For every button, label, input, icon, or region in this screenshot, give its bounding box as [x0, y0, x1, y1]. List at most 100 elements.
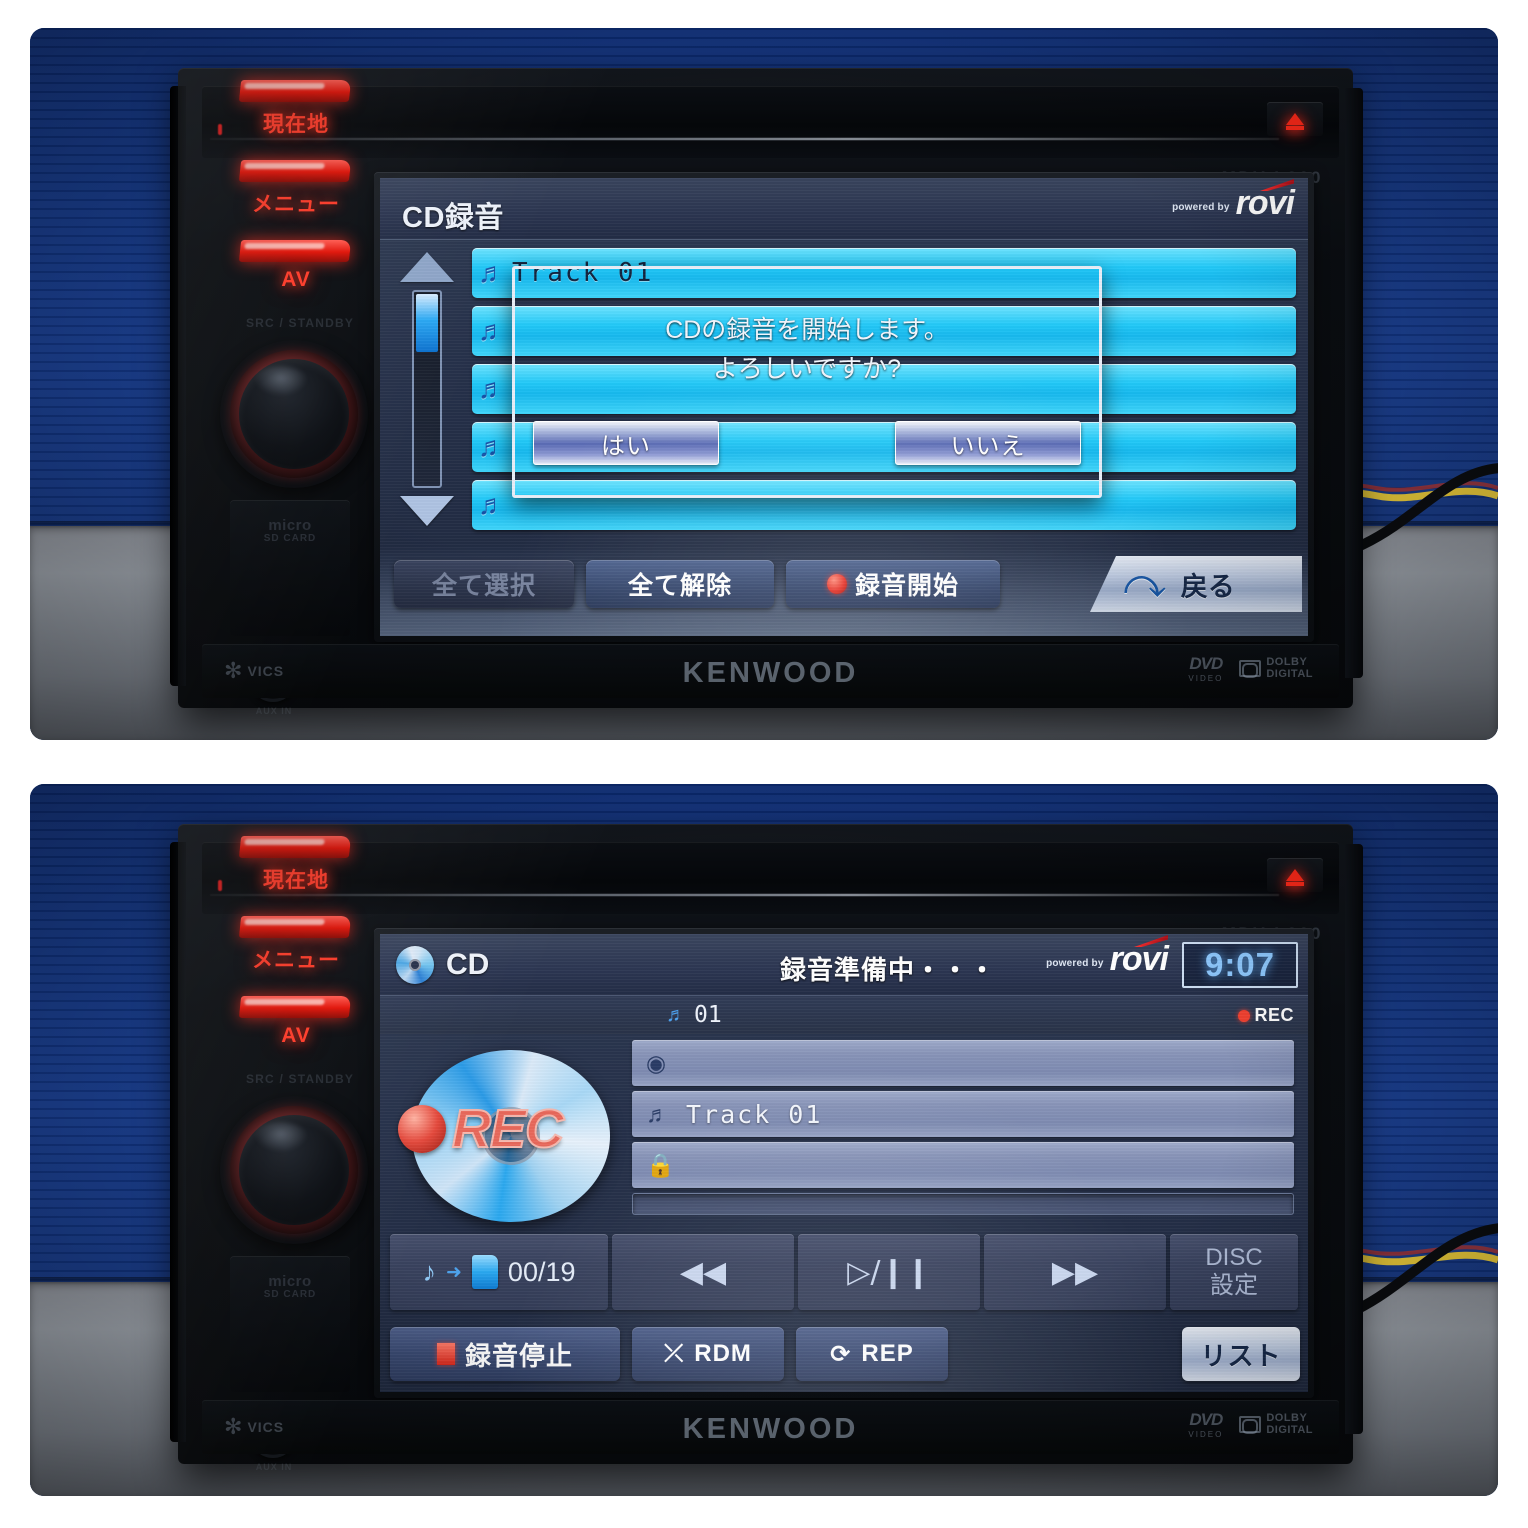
button-cap: [238, 240, 352, 262]
rovi-powered-by-text: powered by: [1172, 201, 1230, 213]
play-pause-button[interactable]: ▷/❙❙: [798, 1234, 980, 1310]
start-recording-button[interactable]: 録音開始: [786, 560, 1000, 608]
play-pause-icon: ▷/❙❙: [847, 1254, 931, 1290]
hw-button-label: メニュー: [252, 949, 340, 972]
disc-slot-opening[interactable]: [210, 894, 1279, 896]
scrollbar-thumb[interactable]: [416, 294, 438, 352]
hw-button-av[interactable]: AV: [230, 240, 362, 316]
info-row-artist[interactable]: 🔒: [632, 1142, 1294, 1188]
back-label: 戻る: [1180, 571, 1235, 602]
dolby-double-d-icon: [1239, 1416, 1262, 1434]
dolby-line2: DIGITAL: [1266, 1423, 1313, 1436]
brand-name: KENWOOD: [682, 657, 859, 689]
volume-knob[interactable]: [220, 340, 368, 488]
disc-settings-button[interactable]: DISC 設定: [1170, 1234, 1298, 1310]
scrollbar-track[interactable]: [412, 290, 442, 488]
format-logos: DVD VIDEO DOLBY DIGITAL: [1188, 654, 1313, 683]
microsd-label-main: micro: [268, 1273, 312, 1290]
info-row-track[interactable]: ♬ Track 01: [632, 1091, 1294, 1137]
photo-top-cd-record-screen: MDV-L300 現在地 メニュー AV SRC / STANDBY: [30, 28, 1498, 740]
disc-slot-opening[interactable]: [210, 138, 1279, 140]
bottom-bezel-top-unit: ✻ VICS KENWOOD DVD VIDEO DOLBY DIGITAL: [202, 644, 1339, 698]
arrow-right-icon: ➜: [446, 1261, 462, 1283]
rec-overlay-text: REC: [451, 1098, 565, 1160]
track-scrollbar[interactable]: [398, 252, 456, 542]
playback-progress-bar[interactable]: [632, 1193, 1294, 1215]
hw-button-label: メニュー: [252, 193, 340, 216]
track-number-row: ♬ 01 REC: [380, 996, 1308, 1034]
page-title: CD録音: [402, 202, 504, 234]
disc-slot-row: [202, 86, 1339, 158]
stop-square-icon: [436, 1343, 455, 1365]
hw-button-label: AV: [281, 1024, 311, 1047]
dolby-text: DOLBY DIGITAL: [1266, 656, 1313, 680]
volume-knob[interactable]: [220, 1096, 368, 1244]
rec-indicator: REC: [1238, 1005, 1294, 1026]
previous-track-button[interactable]: ◀◀: [612, 1234, 794, 1310]
bottom-bezel-bottom-unit: ✻ VICS KENWOOD DVD VIDEO DOLBY DIGITAL: [202, 1400, 1339, 1454]
artist-icon: 🔒: [646, 1151, 675, 1178]
microsd-slot[interactable]: micro SD CARD: [230, 500, 350, 636]
repeat-icon: ⟳: [830, 1340, 852, 1368]
dolby-line2: DIGITAL: [1266, 667, 1313, 680]
clock-display: 9:07: [1182, 942, 1298, 988]
recording-counter[interactable]: ♪ ➜ 00/19: [390, 1234, 608, 1310]
deselect-all-button[interactable]: 全て解除: [586, 560, 774, 608]
rec-overlay: REC: [398, 1098, 626, 1160]
music-note-icon: ♬: [478, 373, 506, 404]
scroll-up-icon[interactable]: [400, 252, 454, 282]
dialog-message-line2: よろしいですか?: [712, 354, 902, 383]
disc-settings-line2: 設定: [1210, 1272, 1258, 1299]
dialog-yes-button[interactable]: はい: [533, 421, 719, 465]
rovi-powered-by-text: powered by: [1046, 957, 1104, 969]
disc-settings-line1: DISC: [1205, 1243, 1263, 1271]
hardware-button-column: 現在地 メニュー AV SRC / STANDBY: [230, 80, 362, 330]
microsd-label-sub: SD CARD: [263, 1288, 317, 1300]
hw-button-menu[interactable]: メニュー: [230, 916, 362, 992]
scroll-down-icon[interactable]: [400, 496, 454, 526]
select-all-label: 全て選択: [431, 572, 536, 600]
music-note-icon: ♬: [646, 1100, 669, 1127]
button-cap: [238, 160, 352, 182]
shuffle-icon: ⤫: [664, 1340, 685, 1367]
stop-recording-label: 録音停止: [464, 1340, 573, 1371]
dvd-sub-label: VIDEO: [1188, 674, 1224, 683]
src-standby-label: SRC / STANDBY: [245, 1072, 355, 1086]
dvd-sub-label: VIDEO: [1188, 1430, 1224, 1439]
stop-recording-button[interactable]: 録音停止: [390, 1327, 620, 1381]
eject-icon: [1286, 113, 1304, 125]
info-row-disc[interactable]: ◉: [632, 1040, 1294, 1086]
eject-button[interactable]: [1267, 102, 1323, 136]
lcd-bezel: CD 録音準備中・・・ powered by rovi 9:07 ♬ 01 RE…: [374, 928, 1314, 1398]
lcd-screen-cd-record: CD録音 powered by rovi ♬ Track 01 ♬ ♬ ♬ ♬ …: [380, 178, 1308, 636]
list-button[interactable]: リスト: [1182, 1327, 1300, 1381]
eject-button[interactable]: [1267, 858, 1323, 892]
hw-button-av[interactable]: AV: [230, 996, 362, 1072]
music-note-icon: ♬: [666, 1003, 686, 1026]
rovi-wordmark: rovi: [1236, 179, 1295, 220]
select-all-button[interactable]: 全て選択: [394, 560, 574, 608]
head-unit-chassis: MDV-L300 現在地 メニュー AV SRC / STANDBY: [170, 68, 1363, 716]
rec-dot-icon: [1238, 1009, 1251, 1022]
repeat-button[interactable]: ⟳ REP: [796, 1327, 948, 1381]
next-track-button[interactable]: ▶▶: [984, 1234, 1166, 1310]
rec-dot-large-icon: [398, 1105, 446, 1153]
dialog-no-label: いいえ: [950, 432, 1026, 460]
random-label: RDM: [694, 1340, 752, 1367]
hw-button-menu[interactable]: メニュー: [230, 160, 362, 236]
dialog-message: CDの録音を開始します。 よろしいですか?: [515, 311, 1099, 389]
recording-disc-artwork: REC: [398, 1046, 626, 1226]
microsd-slot[interactable]: micro SD CARD: [230, 1256, 350, 1392]
screen2-bottom-row: 録音停止 ⤫ RDM ⟳ REP リスト: [390, 1324, 1300, 1384]
back-arrow-icon: ⤺: [1124, 562, 1167, 606]
previous-icon: ◀◀: [679, 1254, 727, 1290]
back-button[interactable]: ⤺ 戻る: [1090, 556, 1302, 612]
aux-in-label: AUX IN: [255, 706, 293, 716]
track-info-panel: ◉ ♬ Track 01 🔒: [632, 1040, 1294, 1215]
hw-button-current-location[interactable]: 現在地: [230, 80, 362, 156]
lcd-screen-cd-playback: CD 録音準備中・・・ powered by rovi 9:07 ♬ 01 RE…: [380, 934, 1308, 1392]
random-button[interactable]: ⤫ RDM: [632, 1327, 784, 1381]
dialog-no-button[interactable]: いいえ: [895, 421, 1081, 465]
rovi-logo: powered by rovi: [1172, 179, 1295, 220]
hw-button-current-location[interactable]: 現在地: [230, 836, 362, 912]
